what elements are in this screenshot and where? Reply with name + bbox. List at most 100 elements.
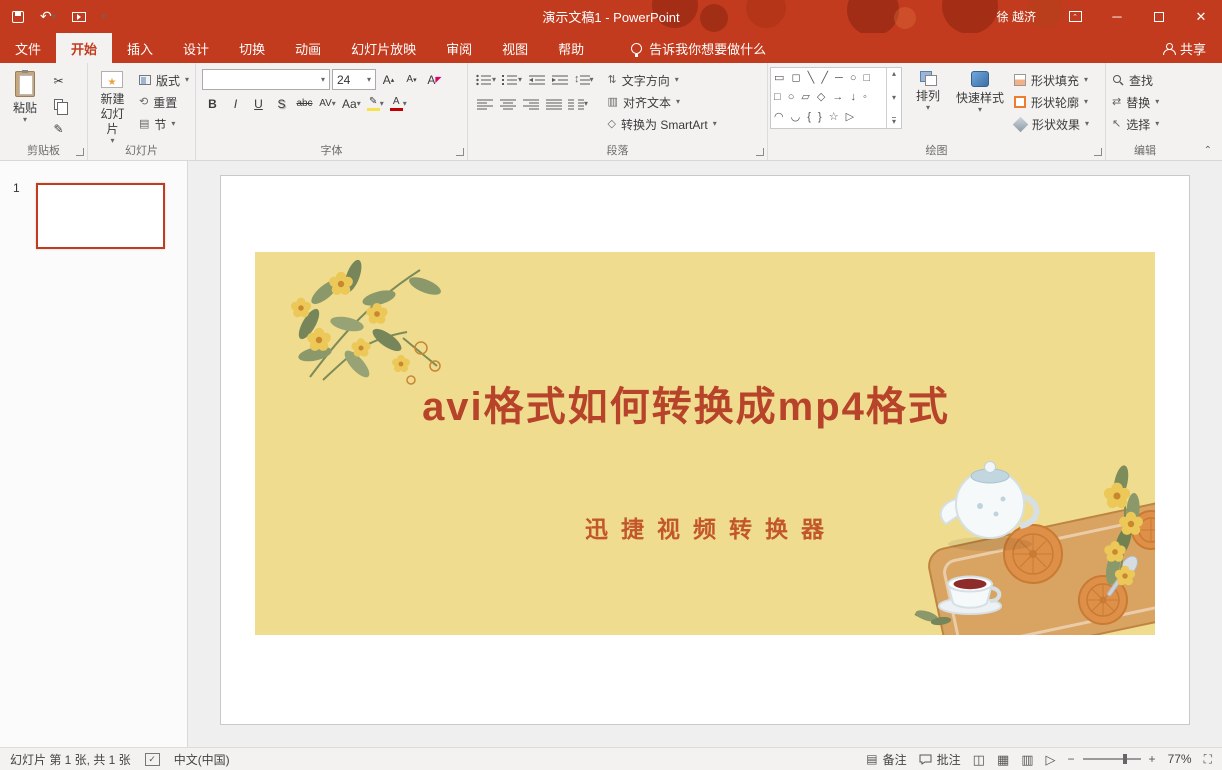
zoom-slider[interactable]: [1082, 754, 1141, 764]
tab-animations[interactable]: 动画: [280, 33, 336, 63]
text-direction-button[interactable]: ⇅ 文字方向 ▾: [604, 69, 721, 91]
zoom-percentage[interactable]: 77%: [1168, 752, 1192, 766]
font-color-button[interactable]: A ▾: [388, 93, 409, 114]
clipboard-dialog-launcher[interactable]: [76, 148, 84, 156]
bullets-button[interactable]: ▾: [474, 69, 498, 90]
convert-smartart-button[interactable]: ◇ 转换为 SmartArt ▾: [604, 113, 721, 135]
gallery-more-button[interactable]: ▾: [891, 117, 896, 126]
tab-review[interactable]: 审阅: [431, 33, 487, 63]
normal-view-button[interactable]: ◫: [973, 753, 985, 766]
shapes-gallery[interactable]: ▭ ◻ ╲ ╱ ─ ○ □ □ ○ ▱ ◇ → ↓ ◦ ◠ ◡ { } ☆ ▷ …: [770, 67, 902, 129]
notes-button[interactable]: ▤ 备注: [866, 751, 906, 768]
shrink-font-button[interactable]: A ▾: [401, 69, 422, 90]
font-dialog-launcher[interactable]: [456, 148, 464, 156]
clear-formatting-button[interactable]: A ◤: [424, 69, 445, 90]
slide-subtitle-text[interactable]: 迅捷视频转换器: [267, 510, 1155, 544]
collapse-ribbon-button[interactable]: ⌃: [1204, 145, 1212, 156]
format-painter-button[interactable]: ✎: [48, 118, 69, 139]
align-center-button[interactable]: [497, 93, 518, 114]
lightbulb-icon: [631, 42, 643, 57]
bold-button[interactable]: B: [202, 93, 223, 114]
chevron-down-icon: ▾: [712, 119, 717, 128]
ribbon-display-options-button[interactable]: ⌃: [1054, 0, 1096, 33]
section-button[interactable]: ▤ 节 ▾: [135, 113, 193, 135]
italic-button[interactable]: I: [225, 93, 246, 114]
undo-button[interactable]: ↶ ▾: [40, 8, 56, 25]
align-right-button[interactable]: [520, 93, 541, 114]
tab-transitions[interactable]: 切换: [224, 33, 280, 63]
tab-design[interactable]: 设计: [168, 33, 224, 63]
tab-help[interactable]: 帮助: [543, 33, 599, 63]
comments-button[interactable]: 批注: [919, 751, 961, 768]
tab-file[interactable]: 文件: [0, 33, 56, 63]
text-direction-label: 文字方向: [621, 73, 670, 88]
shape-icons-row[interactable]: □ ○ ▱ ◇ → ↓ ◦: [774, 92, 883, 103]
arrange-button[interactable]: 排列 ▾: [906, 67, 950, 145]
align-center-icon: [499, 99, 516, 109]
character-spacing-button[interactable]: AV ▾: [317, 93, 338, 114]
share-button[interactable]: 共享: [1147, 33, 1222, 63]
underline-button[interactable]: U: [248, 93, 269, 114]
shape-icons-row[interactable]: ◠ ◡ { } ☆ ▷: [774, 111, 883, 123]
tab-home[interactable]: 开始: [56, 33, 113, 63]
chevron-down-icon: ▾: [1084, 75, 1089, 84]
find-button[interactable]: 查找: [1108, 69, 1182, 91]
fit-to-window-button[interactable]: ⛶: [1204, 753, 1212, 765]
zoom-slider-handle[interactable]: [1123, 754, 1128, 764]
shape-fill-button[interactable]: 形状填充 ▾: [1010, 69, 1093, 91]
reset-button[interactable]: ⟲ 重置: [135, 91, 193, 113]
text-direction-icon: ⇅: [607, 73, 617, 86]
zoom-in-button[interactable]: +: [1149, 753, 1156, 765]
align-left-button[interactable]: [474, 93, 495, 114]
cut-button[interactable]: ✂: [48, 70, 69, 91]
reading-view-button[interactable]: ▥: [1021, 753, 1033, 766]
columns-button[interactable]: ▾: [566, 93, 590, 114]
paragraph-dialog-launcher[interactable]: [756, 148, 764, 156]
tell-me-box[interactable]: 告诉我你想要做什么: [617, 33, 780, 63]
language-status[interactable]: 中文(中国): [174, 751, 230, 768]
zoom-out-button[interactable]: −: [1068, 753, 1075, 765]
align-text-button[interactable]: ▥ 对齐文本 ▾: [604, 91, 721, 113]
slide-title-text[interactable]: avi格式如何转换成mp4格式: [255, 374, 1117, 432]
numbering-button[interactable]: ▾: [500, 69, 524, 90]
shape-icons-row[interactable]: ▭ ◻ ╲ ╱ ─ ○ □: [774, 73, 883, 84]
save-button[interactable]: [12, 10, 24, 23]
shape-effects-button[interactable]: 形状效果 ▾: [1010, 113, 1093, 135]
slide-editing-area[interactable]: avi格式如何转换成mp4格式 迅捷视频转换器: [220, 175, 1190, 725]
close-button[interactable]: ✕: [1180, 0, 1222, 33]
strikethrough-button[interactable]: abc: [294, 93, 315, 114]
gallery-up-button[interactable]: ▴: [892, 70, 896, 78]
tab-slideshow[interactable]: 幻灯片放映: [336, 33, 431, 63]
slide-banner-image[interactable]: avi格式如何转换成mp4格式 迅捷视频转换器: [255, 252, 1155, 635]
grow-font-button[interactable]: A ▴: [378, 69, 399, 90]
select-button[interactable]: ↖ 选择 ▾: [1108, 113, 1182, 135]
increase-indent-button[interactable]: [549, 69, 570, 90]
minimize-button[interactable]: ─: [1096, 0, 1138, 33]
decrease-indent-button[interactable]: [526, 69, 547, 90]
slide-sorter-view-button[interactable]: ▦: [997, 753, 1009, 766]
text-shadow-button[interactable]: S: [271, 93, 292, 114]
customize-quick-access-button[interactable]: ▾: [102, 12, 106, 21]
quick-styles-button[interactable]: 快速样式 ▾: [954, 67, 1006, 145]
slide-thumbnail[interactable]: [36, 183, 165, 249]
highlight-color-button[interactable]: ✎ ▾: [365, 93, 386, 114]
maximize-button[interactable]: [1138, 0, 1180, 33]
gallery-down-button[interactable]: ▾: [892, 93, 896, 102]
slideshow-view-button[interactable]: ▷: [1046, 753, 1056, 766]
tab-view[interactable]: 视图: [487, 33, 543, 63]
copy-button[interactable]: [48, 94, 69, 115]
paste-button[interactable]: 粘贴 ▾: [2, 67, 48, 145]
layout-button[interactable]: 版式 ▾: [135, 69, 193, 91]
tab-insert[interactable]: 插入: [112, 33, 168, 63]
line-spacing-button[interactable]: ↕ ▾: [572, 69, 596, 90]
start-slideshow-button[interactable]: [71, 11, 86, 22]
change-case-button[interactable]: Aa ▾: [340, 93, 363, 114]
font-name-combo[interactable]: ▾: [202, 69, 330, 90]
font-size-combo[interactable]: 24 ▾: [332, 69, 376, 90]
justify-button[interactable]: [543, 93, 564, 114]
new-slide-button[interactable]: 新建幻灯片 ▾: [90, 67, 135, 145]
replace-button[interactable]: ⇄ 替换 ▾: [1108, 91, 1182, 113]
drawing-dialog-launcher[interactable]: [1094, 148, 1102, 156]
shape-outline-button[interactable]: 形状轮廓 ▾: [1010, 91, 1093, 113]
spell-check-icon[interactable]: ✓: [144, 752, 160, 766]
